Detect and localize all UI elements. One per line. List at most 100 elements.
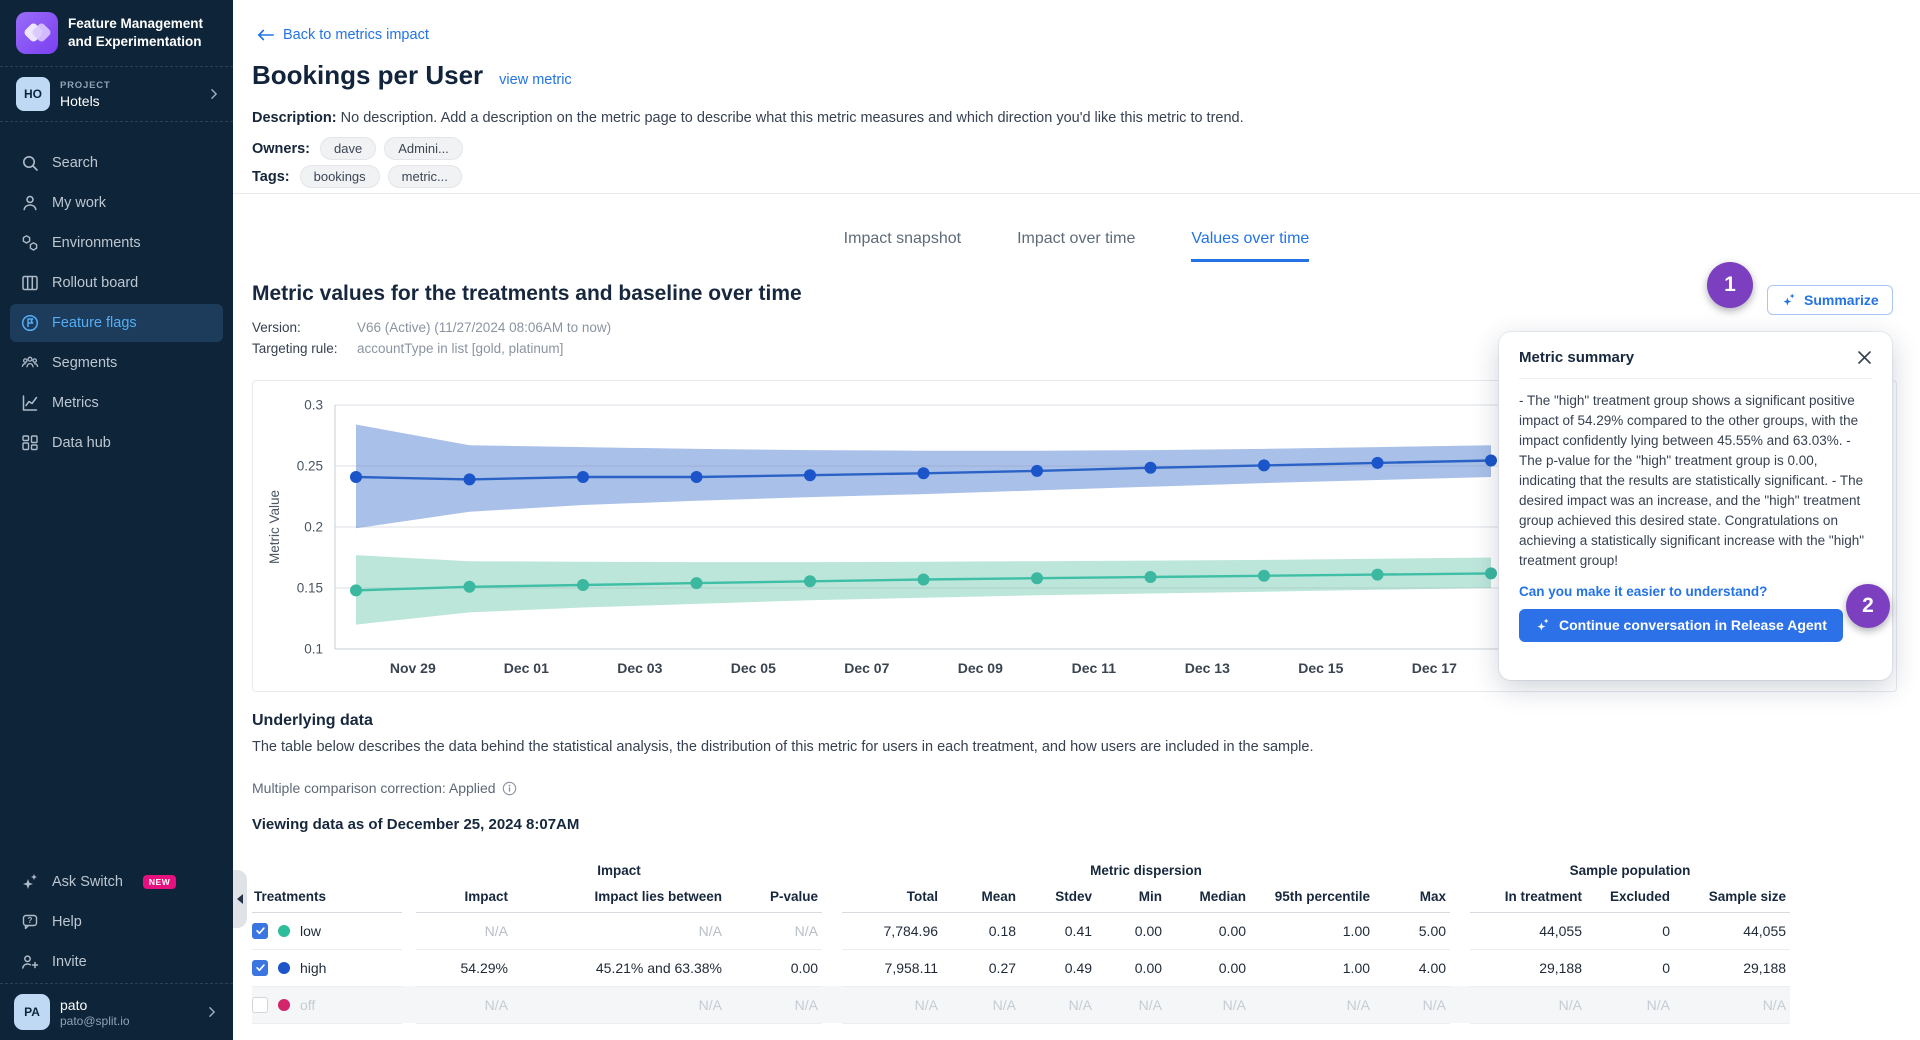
sidebar-item-ask-switch[interactable]: Ask SwitchNEW [10,863,223,901]
data-cell: N/A [1096,986,1166,1023]
data-cell: N/A [1250,986,1374,1023]
data-cell: 5.00 [1374,912,1450,949]
tags-pills: bookings metric... [300,165,462,188]
data-cell: 4.00 [1374,949,1450,986]
sidebar-collapse-handle[interactable] [233,870,247,928]
my-work-icon [20,193,40,213]
table-row-low: lowN/AN/AN/A7,784.960.180.410.000.001.00… [252,912,1790,949]
summarize-button[interactable]: Summarize [1767,285,1893,315]
svg-text:Dec 07: Dec 07 [844,660,889,676]
feature-flags-icon [20,313,40,333]
section-title: Metric values for the treatments and bas… [252,282,802,306]
sidebar-item-feature-flags[interactable]: Feature flags [10,304,223,342]
tab-values-over-time[interactable]: Values over time [1191,230,1309,262]
svg-text:Dec 09: Dec 09 [958,660,1003,676]
sidebar-item-label: Data hub [52,435,111,451]
checkbox-checked[interactable] [252,960,268,976]
data-cell: N/A [1674,986,1790,1023]
svg-text:0.15: 0.15 [297,581,323,596]
chevron-right-icon [205,1005,219,1019]
column-header-total: Total [842,882,942,912]
sidebar-item-help[interactable]: ?Help [10,903,223,941]
checkbox-checked[interactable] [252,923,268,939]
svg-text:Dec 13: Dec 13 [1185,660,1230,676]
help-icon: ? [20,912,40,932]
underlying-data-description: The table below describes the data behin… [252,739,1314,755]
data-cell: 7,784.96 [842,912,942,949]
data-cell: 1.00 [1250,949,1374,986]
column-header-impact-lies-between: Impact lies between [512,882,726,912]
tab-impact-snapshot[interactable]: Impact snapshot [844,230,961,262]
data-cell: 44,055 [1674,912,1790,949]
tag-pill: metric... [388,165,462,188]
description-row: Description: No description. Add a descr… [252,110,1244,126]
table-row-off: offN/AN/AN/AN/AN/AN/AN/AN/AN/AN/AN/AN/AN… [252,986,1790,1023]
treatment-label: off [300,997,315,1013]
metrics-icon [20,393,40,413]
svg-text:Dec 11: Dec 11 [1072,660,1117,676]
sidebar-nav: SearchMy work Environments Rollout board Fe… [0,122,233,462]
column-header-treatments: Treatments [252,882,402,912]
sidebar-item-label: Environments [52,235,141,251]
sidebar-item-label: Segments [52,355,117,371]
continue-conversation-button[interactable]: Continue conversation in Release Agent [1519,609,1843,642]
continue-conversation-label: Continue conversation in Release Agent [1559,617,1827,633]
sidebar: Feature Management and Experimentation H… [0,0,233,1040]
column-header-stdev: Stdev [1020,882,1096,912]
sidebar-item-invite[interactable]: Invite [10,943,223,981]
project-switcher[interactable]: HO PROJECT Hotels [0,67,233,121]
svg-text:Dec 15: Dec 15 [1298,660,1343,676]
sidebar-item-label: Feature flags [52,315,137,331]
checkbox-unchecked[interactable] [252,997,268,1013]
tab-impact-over-time[interactable]: Impact over time [1017,230,1135,262]
treatment-color-dot [278,962,290,974]
info-icon[interactable] [502,781,517,796]
app-logo-row[interactable]: Feature Management and Experimentation [0,0,233,66]
table-row-high: high54.29%45.21% and 63.38%0.007,958.110… [252,949,1790,986]
view-metric-link[interactable]: view metric [499,72,572,88]
sidebar-item-data-hub[interactable]: Data hub [10,424,223,462]
data-cell: N/A [842,986,942,1023]
sparkle-icon [20,872,40,892]
project-badge: HO [16,77,50,111]
sidebar-item-environments[interactable]: Environments [10,224,223,262]
tag-pill: bookings [300,165,380,188]
close-icon[interactable] [1857,350,1872,365]
table-body: lowN/AN/AN/A7,784.960.180.410.000.001.00… [252,912,1790,1023]
version-line: Version: V66 (Active) (11/27/2024 08:06A… [252,320,611,335]
sidebar-item-metrics[interactable]: Metrics [10,384,223,422]
underlying-table: ImpactMetric dispersionSample population… [252,858,1790,1024]
sidebar-item-segments[interactable]: Segments [10,344,223,382]
sidebar-item-my-work[interactable]: My work [10,184,223,222]
version-label: Version: [252,320,357,335]
svg-text:0.2: 0.2 [304,520,323,535]
column-header-95th-percentile: 95th percentile [1250,882,1374,912]
split-logo-icon [16,12,58,54]
data-cell: 7,958.11 [842,949,942,986]
svg-text:0.1: 0.1 [304,642,323,657]
summary-question-link[interactable]: Can you make it easier to understand? [1519,584,1872,599]
treatment-cell: off [252,986,402,1023]
svg-text:Nov 29: Nov 29 [390,660,436,676]
data-cell: 0.00 [726,949,822,986]
table-header-cell [252,858,416,882]
sidebar-item-search[interactable]: Search [10,144,223,182]
page-title: Bookings per User [252,60,483,91]
sidebar-footer: Ask SwitchNEW?HelpInvite [0,863,233,983]
back-link[interactable]: Back to metrics impact [257,27,429,43]
sidebar-item-label: Rollout board [52,275,138,291]
data-cell: 29,188 [1674,949,1790,986]
svg-text:Dec 05: Dec 05 [731,660,776,676]
spacer-cell [402,949,416,986]
description-label: Description: [252,110,337,126]
owners-row: Owners: daveAdmini... [252,137,463,160]
user-menu[interactable]: PA pato pato@split.io [0,983,233,1040]
treatment-cell: low [252,912,402,949]
targeting-line: Targeting rule: accountType in list [gol… [252,341,563,356]
treatment-cell-content: off [252,997,398,1013]
environments-icon [20,233,40,253]
data-cell: N/A [1020,986,1096,1023]
sidebar-item-rollout-board[interactable]: Rollout board [10,264,223,302]
treatment-cell-content: high [252,960,398,976]
column-header-median: Median [1166,882,1250,912]
